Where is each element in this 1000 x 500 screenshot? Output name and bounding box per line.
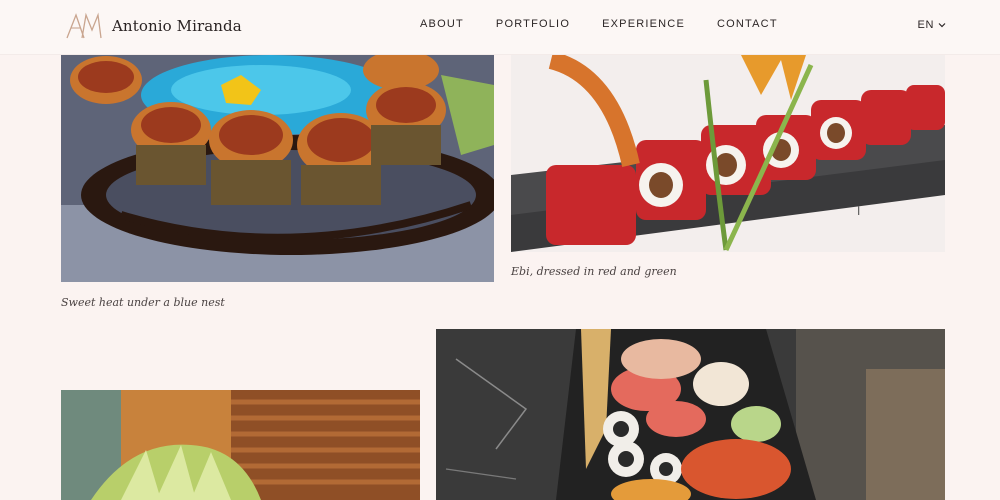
- nav-link-contact[interactable]: CONTACT: [717, 18, 778, 30]
- nav-link-portfolio[interactable]: PORTFOLIO: [496, 18, 570, 30]
- language-current: EN: [917, 19, 934, 31]
- brand-name: Antonio Miranda: [112, 17, 242, 35]
- gallery-image-blue-nest[interactable]: [61, 55, 494, 282]
- logo-monogram-icon: [66, 12, 102, 39]
- nav-link-experience[interactable]: EXPERIENCE: [602, 18, 685, 30]
- nav-link-about[interactable]: ABOUT: [420, 18, 464, 30]
- gallery-image-sashimi-platter[interactable]: [436, 329, 945, 500]
- gallery-caption: Ebi, dressed in red and green: [511, 265, 677, 278]
- gallery-caption: Sweet heat under a blue nest: [61, 296, 225, 309]
- gallery-image-cucumber[interactable]: [61, 390, 420, 500]
- language-selector[interactable]: EN: [918, 19, 946, 31]
- gallery-image-ebi-rolls[interactable]: [511, 55, 945, 252]
- site-logo[interactable]: Antonio Miranda: [64, 12, 242, 40]
- chevron-down-icon: [938, 23, 946, 28]
- text-cursor-icon: I: [857, 204, 861, 218]
- site-header: Antonio Miranda ABOUT PORTFOLIO EXPERIEN…: [0, 0, 1000, 54]
- main-navigation: ABOUT PORTFOLIO EXPERIENCE CONTACT: [420, 18, 810, 30]
